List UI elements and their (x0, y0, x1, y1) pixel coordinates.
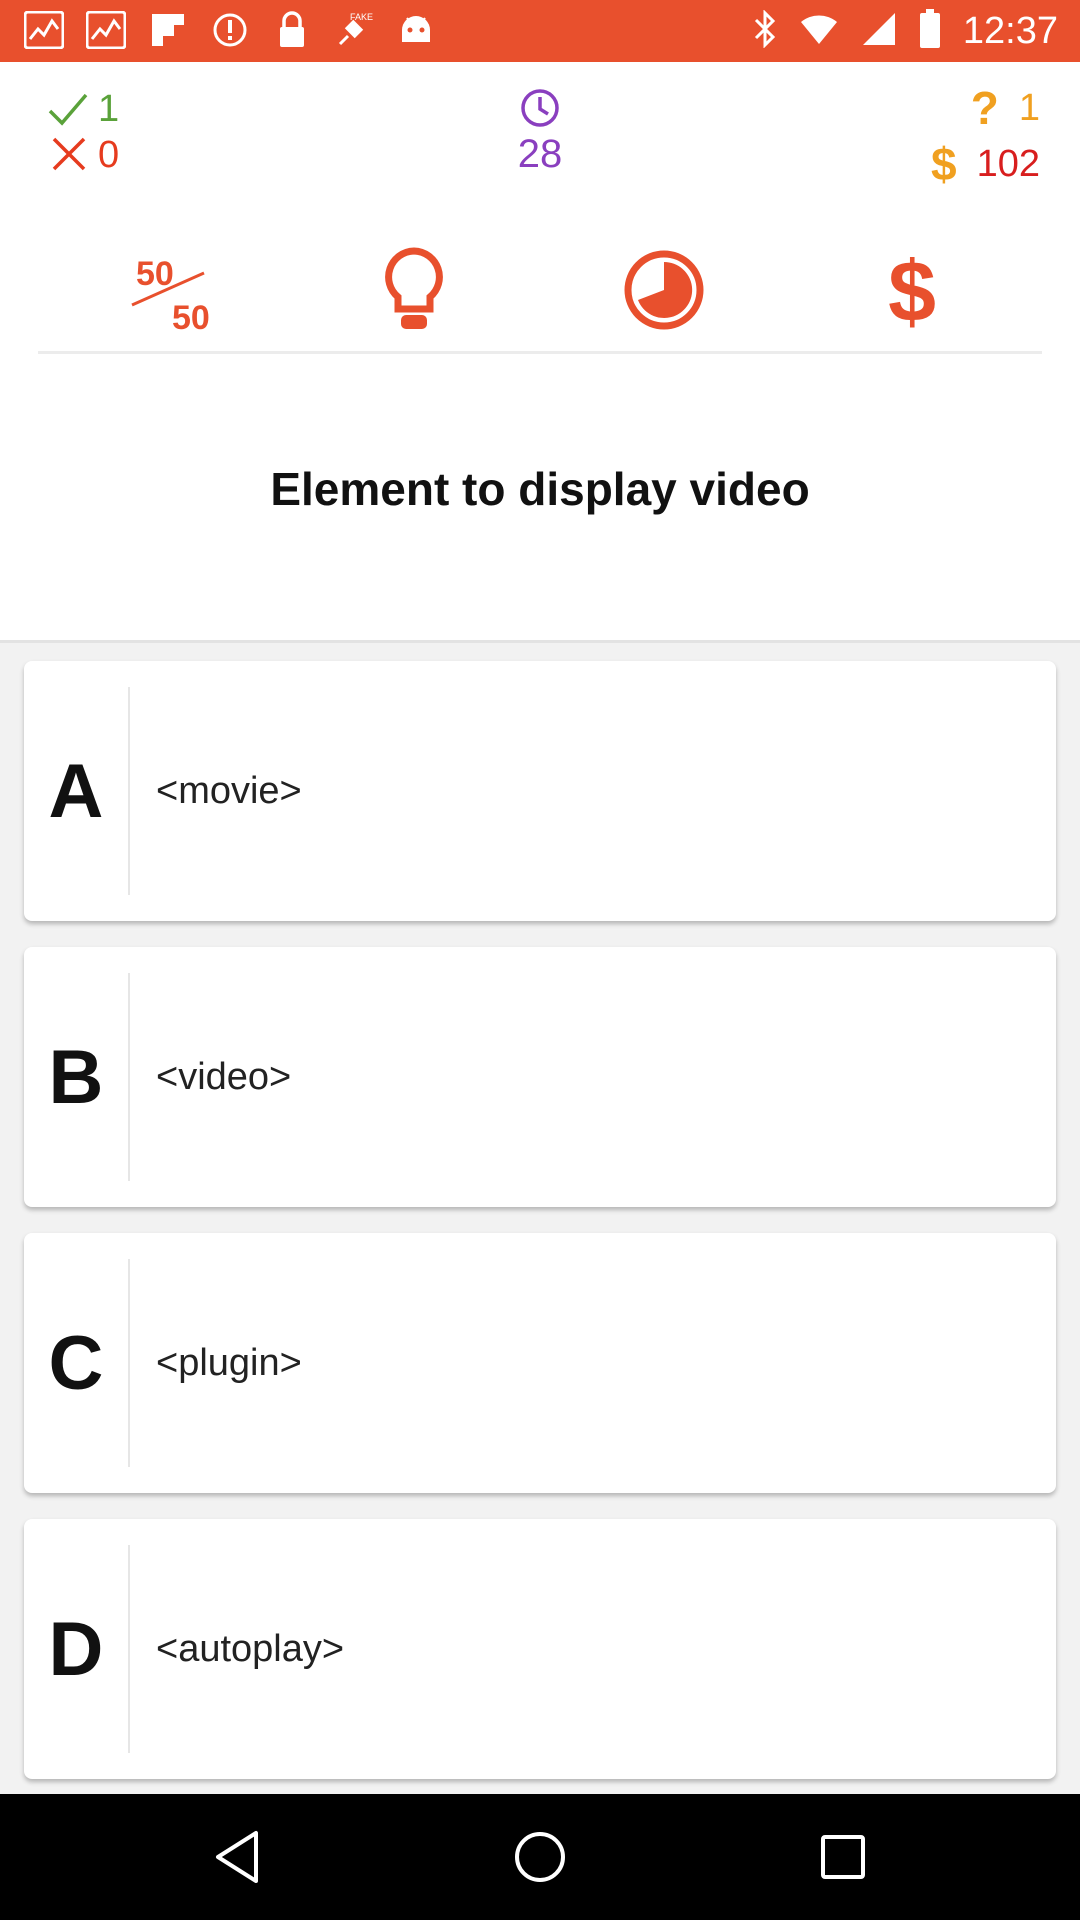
lock-icon (270, 8, 314, 52)
answer-text: <plugin> (156, 1341, 302, 1384)
recents-square-icon (821, 1835, 865, 1879)
back-button[interactable] (204, 1824, 270, 1890)
svg-text:50: 50 (172, 299, 210, 335)
dollar-icon: $ (888, 245, 936, 335)
answer-divider (128, 973, 130, 1181)
svg-text:FAKE: FAKE (350, 12, 373, 22)
svg-text:$: $ (888, 245, 936, 335)
progress-score: ? 1 $ 102 (931, 80, 1040, 192)
answer-option-a[interactable]: A <movie> (24, 661, 1056, 921)
iifl-markets-icon (22, 8, 66, 52)
fifty-fifty-button[interactable]: 50 50 (106, 230, 226, 350)
iifl-markets-icon (84, 8, 128, 52)
answer-text: <video> (156, 1055, 292, 1098)
header-divider (38, 351, 1042, 354)
back-triangle-icon (216, 1831, 258, 1883)
money-amount: 102 (976, 142, 1040, 185)
hint-button[interactable] (354, 230, 474, 350)
buy-money-button[interactable]: $ (852, 230, 972, 350)
correct-count: 1 (98, 87, 120, 130)
answer-text: <autoplay> (156, 1627, 345, 1670)
answer-score: 1 0 (46, 86, 119, 178)
question-count: 1 (1018, 86, 1040, 129)
answer-divider (128, 1259, 130, 1467)
game-header-panel: 1 0 28 ? 1 $ 102 50 50 $ Element to disp… (0, 62, 1080, 643)
answer-option-d[interactable]: D <autoplay> (24, 1519, 1056, 1779)
extra-time-button[interactable] (604, 230, 724, 350)
close-icon (52, 137, 86, 171)
flipboard-icon (146, 8, 190, 52)
answer-divider (128, 1545, 130, 1753)
answer-divider (128, 687, 130, 895)
fake-gps-icon: FAKE (332, 8, 376, 52)
status-bar: FAKE 12:37 (0, 0, 1080, 62)
answer-letter: C (48, 1320, 104, 1406)
correct-count-row: 1 (46, 86, 119, 132)
question-count-row: ? 1 (931, 80, 1040, 136)
notification-icons: FAKE (22, 8, 438, 52)
timer-pie-icon (624, 250, 704, 330)
check-icon (48, 93, 88, 126)
question-mark-icon: ? (970, 82, 999, 134)
question-text: Element to display video (270, 463, 810, 515)
wifi-icon (799, 12, 839, 51)
clock-time: 12:37 (962, 9, 1058, 52)
answer-text: <movie> (156, 769, 302, 812)
recents-button[interactable] (810, 1824, 876, 1890)
signal-icon (861, 11, 897, 52)
answer-letter: D (48, 1606, 104, 1692)
android-icon (394, 8, 438, 52)
fifty-fifty-icon: 50 50 (131, 255, 210, 335)
battery-icon (919, 8, 941, 54)
home-circle-icon (515, 1832, 565, 1882)
clock-icon (521, 89, 559, 127)
countdown-timer: 28 (490, 86, 590, 177)
lifelines-bar: 50 50 $ (0, 230, 1080, 350)
answer-letter: B (48, 1034, 104, 1120)
answer-option-b[interactable]: B <video> (24, 947, 1056, 1207)
lightbulb-icon (385, 247, 443, 329)
wrong-count-row: 0 (46, 132, 119, 178)
answer-letter: A (48, 748, 104, 834)
info-icon (208, 8, 252, 52)
navigation-bar (0, 1794, 1080, 1920)
home-button[interactable] (507, 1824, 573, 1890)
answer-option-c[interactable]: C <plugin> (24, 1233, 1056, 1493)
money-row: $ 102 (931, 136, 1040, 192)
timer-value: 28 (517, 132, 563, 176)
dollar-icon: $ (931, 138, 957, 190)
bluetooth-icon (753, 8, 777, 53)
wrong-count: 0 (98, 133, 120, 176)
system-icons: 12:37 (753, 0, 1058, 62)
